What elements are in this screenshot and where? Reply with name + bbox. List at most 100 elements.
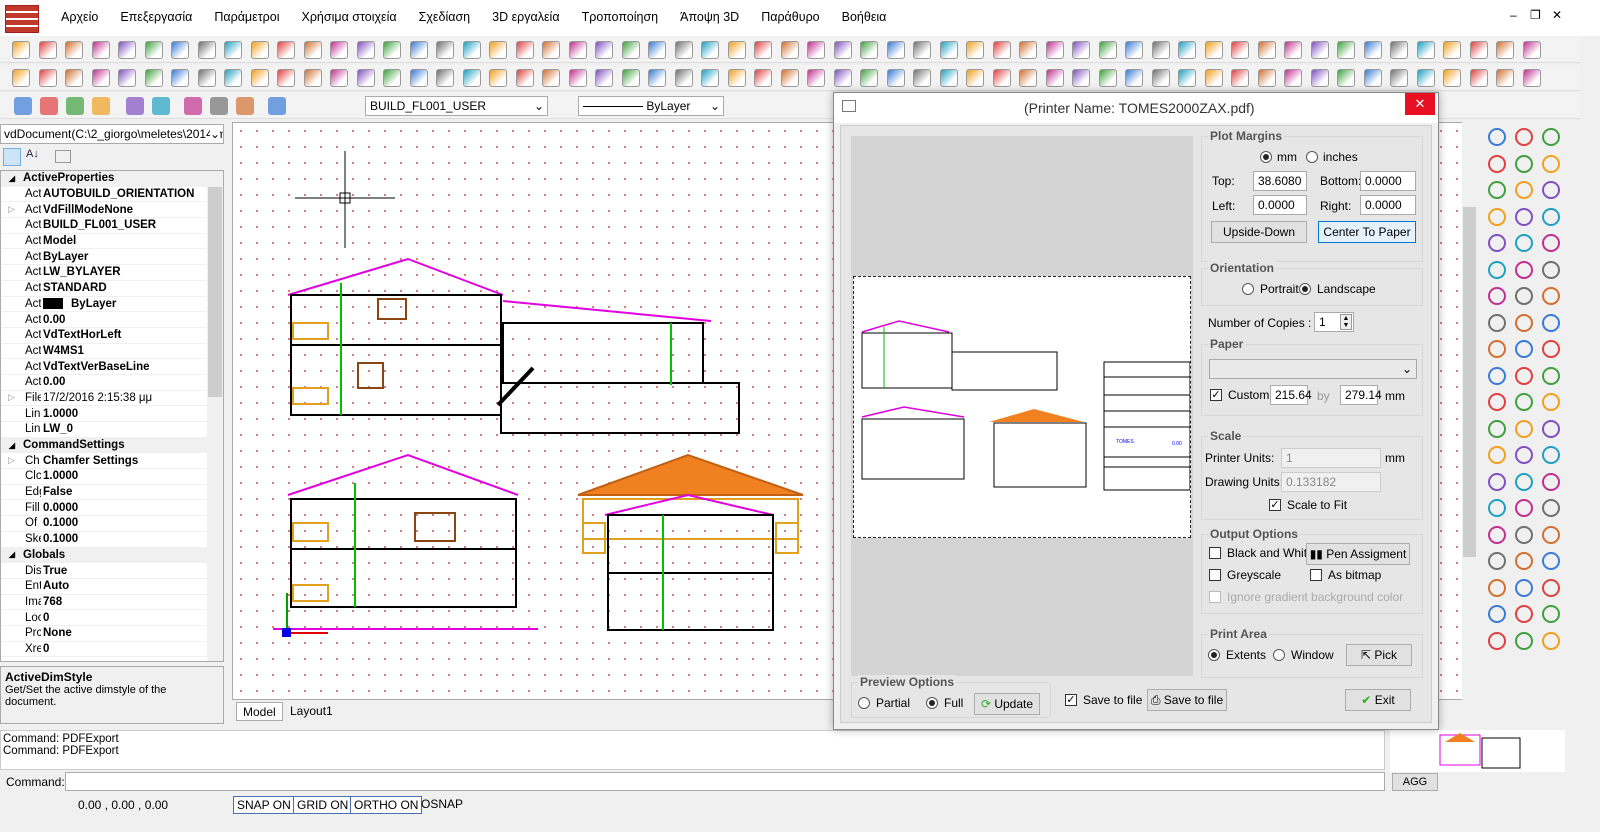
minimize-button[interactable]: –	[1510, 8, 1517, 22]
draw-tool-icon[interactable]	[1542, 605, 1560, 623]
property-row[interactable]: Ent Auto	[1, 579, 223, 595]
draw-tool-icon[interactable]	[1488, 128, 1506, 146]
toolbar-button-icon[interactable]	[1098, 69, 1117, 87]
toolbar-button-icon[interactable]	[939, 69, 958, 87]
toolbar-button-icon[interactable]	[1390, 41, 1408, 59]
property-value[interactable]: 0.00	[41, 376, 65, 388]
scale-to-fit-checkbox[interactable]: ✓	[1269, 499, 1281, 511]
toolbar-button-icon[interactable]	[1125, 69, 1143, 87]
toolbar-button-icon[interactable]	[40, 97, 58, 115]
property-row[interactable]: Act W4MS1	[1, 344, 223, 360]
ortho-toggle[interactable]: ORTHO ON	[350, 796, 423, 814]
custom-paper-checkbox[interactable]: ✓	[1210, 389, 1222, 401]
black-white-checkbox[interactable]	[1209, 547, 1221, 559]
toolbar-button-icon[interactable]	[1178, 41, 1196, 59]
categorized-view-icon[interactable]	[3, 148, 21, 166]
draw-tool-icon[interactable]	[1488, 313, 1506, 332]
property-row[interactable]: ▷File17/2/2016 2:15:38 μμ	[1, 391, 223, 407]
property-pages-icon[interactable]	[55, 150, 71, 163]
collapse-icon[interactable]: ◢	[1, 174, 23, 183]
upside-down-button[interactable]: Upside-Down	[1211, 221, 1307, 243]
property-value[interactable]: BUILD_FL001_USER	[41, 219, 156, 231]
toolbar-button-icon[interactable]	[621, 41, 640, 59]
draw-tool-icon[interactable]	[1488, 340, 1506, 358]
property-value[interactable]: ByLayer	[41, 251, 88, 263]
as-bitmap-checkbox[interactable]	[1310, 569, 1322, 581]
property-row[interactable]: Of 0.1000	[1, 516, 223, 532]
toolbar-button-icon[interactable]	[152, 97, 170, 115]
property-row[interactable]: Dis True	[1, 563, 223, 579]
draw-tool-icon[interactable]	[1488, 366, 1506, 385]
menu-item[interactable]: Τροποποίηση	[571, 10, 670, 24]
draw-tool-icon[interactable]	[1515, 499, 1533, 517]
grid-toggle[interactable]: GRID ON	[293, 796, 353, 814]
toolbar-button-icon[interactable]	[648, 41, 666, 59]
tab-model[interactable]: Model	[236, 702, 283, 721]
toolbar-button-icon[interactable]	[621, 69, 640, 87]
property-row[interactable]: Act VdTextVerBaseLine	[1, 359, 223, 375]
property-value[interactable]: 0.1000	[41, 533, 78, 545]
property-row[interactable]: Prc None	[1, 626, 223, 642]
greyscale-checkbox[interactable]	[1209, 569, 1221, 581]
toolbar-button-icon[interactable]	[1257, 69, 1276, 87]
toolbar-button-icon[interactable]	[14, 97, 32, 115]
close-app-button[interactable]: ✕	[1552, 8, 1562, 22]
menu-item[interactable]: Χρήσιμα στοιχεία	[290, 10, 407, 24]
draw-tool-icon[interactable]	[1515, 128, 1533, 146]
toolbar-button-icon[interactable]	[250, 41, 269, 59]
toolbar-button-icon[interactable]	[913, 41, 931, 59]
toolbar-button-icon[interactable]	[1469, 69, 1488, 87]
menu-item[interactable]: Άποψη 3D	[669, 10, 750, 24]
toolbar-button-icon[interactable]	[92, 97, 110, 115]
property-value[interactable]: True	[41, 565, 67, 577]
property-value[interactable]: 768	[41, 596, 62, 608]
toolbar-button-icon[interactable]	[1363, 69, 1382, 87]
property-grid[interactable]: ◢ ActiveProperties Act AUTOBUILD_ORIENTATIO…	[0, 170, 224, 662]
toolbar-button-icon[interactable]	[701, 69, 719, 87]
draw-tool-icon[interactable]	[1542, 499, 1560, 517]
property-value[interactable]: 0	[41, 643, 49, 655]
toolbar-button-icon[interactable]	[277, 41, 295, 59]
toolbar-button-icon[interactable]	[1337, 41, 1355, 59]
toolbar-button-icon[interactable]	[992, 69, 1011, 87]
toolbar-button-icon[interactable]	[1496, 41, 1514, 59]
toolbar-button-icon[interactable]	[966, 41, 984, 59]
full-radio[interactable]	[926, 697, 938, 709]
inches-radio[interactable]	[1306, 151, 1318, 163]
toolbar-button-icon[interactable]	[807, 69, 825, 87]
toolbar-button-icon[interactable]	[197, 69, 216, 87]
extents-radio[interactable]	[1208, 649, 1220, 661]
center-to-paper-button[interactable]: Center To Paper	[1318, 221, 1416, 243]
property-category[interactable]: ◢ CommandSettings	[1, 437, 223, 454]
draw-tool-icon[interactable]	[1515, 552, 1533, 570]
property-row[interactable]: Lin LW_0	[1, 422, 223, 438]
draw-tool-icon[interactable]	[1542, 181, 1560, 199]
toolbar-button-icon[interactable]	[12, 41, 30, 59]
toolbar-button-icon[interactable]	[65, 41, 83, 59]
toolbar-button-icon[interactable]	[1469, 41, 1488, 59]
toolbar-button-icon[interactable]	[1045, 41, 1064, 59]
property-value[interactable]: STANDARD	[41, 282, 107, 294]
draw-tool-icon[interactable]	[1515, 340, 1533, 358]
toolbar-button-icon[interactable]	[436, 41, 454, 59]
draw-tool-icon[interactable]	[1542, 260, 1560, 279]
toolbar-button-icon[interactable]	[268, 97, 286, 115]
property-row[interactable]: Ima768	[1, 595, 223, 611]
toolbar-button-icon[interactable]	[939, 41, 958, 59]
property-category[interactable]: ◢ Globals	[1, 547, 223, 564]
toolbar-button-icon[interactable]	[1204, 69, 1223, 87]
property-row[interactable]: ▷ Ch Chamfer Settings	[1, 453, 223, 470]
draw-tool-icon[interactable]	[1488, 207, 1506, 226]
toolbar-button-icon[interactable]	[1337, 69, 1355, 87]
toolbar-button-icon[interactable]	[462, 69, 481, 87]
toolbar-button-icon[interactable]	[780, 69, 799, 87]
draw-tool-icon[interactable]	[1542, 525, 1560, 544]
toolbar-button-icon[interactable]	[171, 41, 189, 59]
draw-tool-icon[interactable]	[1542, 154, 1560, 173]
expand-icon[interactable]: ▷	[8, 392, 15, 403]
toolbar-button-icon[interactable]	[118, 69, 136, 87]
draw-tool-icon[interactable]	[1488, 393, 1506, 411]
draw-tool-icon[interactable]	[1488, 472, 1506, 491]
toolbar-button-icon[interactable]	[409, 69, 428, 87]
property-grid-scrollbar[interactable]	[207, 171, 223, 661]
